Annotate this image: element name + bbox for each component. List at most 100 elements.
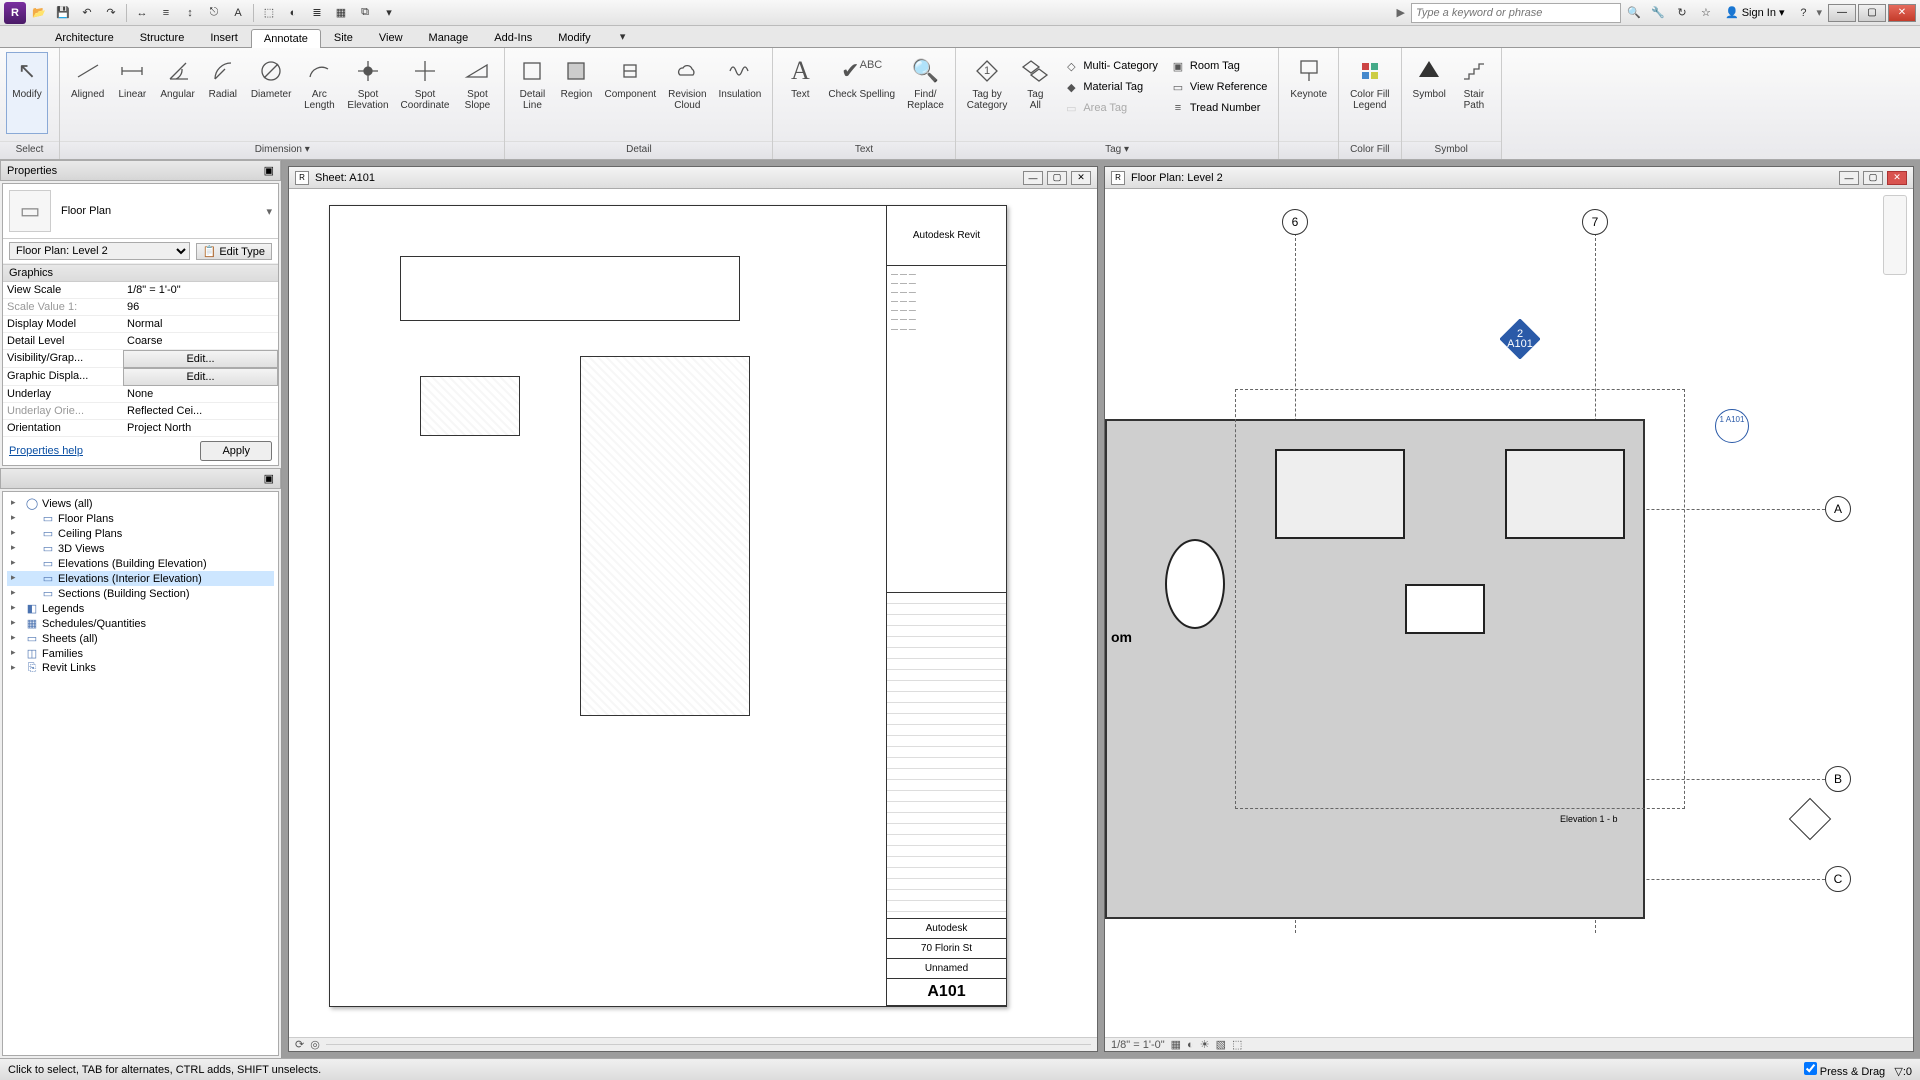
grid-bubble-c[interactable]: C [1825,866,1851,892]
detail-level-icon[interactable]: ▦ [1171,1038,1181,1051]
type-selector[interactable]: Floor Plan [61,205,111,217]
spellcheck-button[interactable]: ✔ABCCheck Spelling [823,52,900,134]
keynote-button[interactable]: Keynote [1285,52,1332,134]
close-panel-icon[interactable]: ▣ [264,472,274,485]
prop-value[interactable]: Normal [123,316,278,333]
angular-button[interactable]: Angular [155,52,199,134]
tree-item[interactable]: ▭ Elevations (Interior Elevation) [7,571,274,586]
tab-view[interactable]: View [366,28,416,47]
tree-item[interactable]: ▭ Floor Plans [7,511,274,526]
undo-icon[interactable]: ↶ [76,2,98,24]
minimize-view-button[interactable]: — [1023,171,1043,185]
shadows-icon[interactable]: ▧ [1216,1038,1226,1051]
radial-button[interactable]: Radial [202,52,244,134]
tab-insert[interactable]: Insert [197,28,251,47]
signin-button[interactable]: 👤 Sign In ▾ [1719,6,1790,19]
tree-item[interactable]: ▭ Elevations (Building Elevation) [7,556,274,571]
tab-site[interactable]: Site [321,28,366,47]
revision-cloud-button[interactable]: Revision Cloud [663,52,711,134]
spot-slope-button[interactable]: Spot Slope [456,52,498,134]
component-button[interactable]: Component [599,52,661,134]
instance-selector[interactable]: Floor Plan: Level 2 [9,242,190,260]
find-replace-button[interactable]: 🔍Find/ Replace [902,52,949,134]
switch-win-icon[interactable]: ⧉ [354,2,376,24]
maximize-button[interactable]: ▢ [1858,4,1886,22]
search-input[interactable] [1416,7,1616,19]
tree-item[interactable]: ▭ Ceiling Plans [7,526,274,541]
save-icon[interactable]: 💾 [52,2,74,24]
maximize-view-button[interactable]: ▢ [1863,171,1883,185]
sheet-canvas[interactable]: Autodesk Revit — — —— — —— — —— — —— — —… [289,189,1097,1037]
dimension-icon[interactable]: ↕ [179,2,201,24]
redo-icon[interactable]: ↷ [100,2,122,24]
grid-bubble-a[interactable]: A [1825,496,1851,522]
search-box[interactable] [1411,3,1621,23]
measure-icon[interactable]: ↔ [131,2,153,24]
close-view-button[interactable]: ✕ [1071,171,1091,185]
customize-icon[interactable]: ▾ [378,2,400,24]
star-icon[interactable]: ☆ [1695,2,1717,24]
grid-bubble-b[interactable]: B [1825,766,1851,792]
thinlines-icon[interactable]: ≣ [306,2,328,24]
zoom-icon[interactable]: ⟳ [295,1038,304,1051]
tag-icon[interactable]: ⎋ [203,2,225,24]
ribbon-expander-icon[interactable]: ▾ [612,25,634,47]
tree-item[interactable]: ▭ Sections (Building Section) [7,586,274,601]
prop-value[interactable]: Coarse [123,333,278,350]
view-control-bar[interactable]: 1/8" = 1'-0" ▦ ◐ ☀ ▧ ⬚ [1105,1037,1913,1051]
sunpath-icon[interactable]: ☀ [1200,1038,1210,1051]
visual-style-icon[interactable]: ◐ [1187,1039,1194,1051]
grid-bubble-6[interactable]: 6 [1282,209,1308,235]
properties-header[interactable]: Properties ▣ [0,160,281,181]
region-button[interactable]: Region [555,52,597,134]
insulation-button[interactable]: Insulation [714,52,767,134]
close-hidden-icon[interactable]: ▦ [330,2,352,24]
search-icon[interactable]: 🔍 [1623,2,1645,24]
tab-architecture[interactable]: Architecture [42,28,127,47]
align-icon[interactable]: ≡ [155,2,177,24]
navigation-bar[interactable] [1883,195,1907,275]
tab-annotate[interactable]: Annotate [251,29,321,48]
edit-type-button[interactable]: 📋 Edit Type [196,243,272,260]
section-callout[interactable]: 2A101 [1500,319,1530,349]
diameter-button[interactable]: Diameter [246,52,297,134]
grid-bubble-7[interactable]: 7 [1582,209,1608,235]
filter-icon[interactable]: ▽:0 [1894,1066,1912,1078]
symbol-button[interactable]: Symbol [1408,52,1451,134]
chevron-down-icon[interactable]: ▾ [266,205,272,218]
browser-header[interactable]: ▣ [0,468,281,489]
minimize-button[interactable]: — [1828,4,1856,22]
room-tag-button[interactable]: ▣Room Tag [1165,56,1272,76]
minimize-view-button[interactable]: — [1839,171,1859,185]
text-icon[interactable]: A [227,2,249,24]
chevron-down-icon[interactable]: ▾ [1816,6,1822,19]
help-icon[interactable]: ? [1792,2,1814,24]
close-button[interactable]: ✕ [1888,4,1916,22]
text-button[interactable]: AText [779,52,821,134]
section-head[interactable]: 1 A101 [1715,409,1749,443]
detail-line-button[interactable]: Detail Line [511,52,553,134]
spot-elevation-button[interactable]: Spot Elevation [342,52,393,134]
arc-length-button[interactable]: Arc Length [298,52,340,134]
prop-value[interactable]: Project North [123,420,278,437]
elevation-marker[interactable] [1789,798,1831,840]
linear-button[interactable]: Linear [111,52,153,134]
tree-item[interactable]: ◧ Legends [7,601,274,616]
infocenter-arrow-icon[interactable]: ▶ [1393,6,1409,19]
graphics-section-header[interactable]: Graphics [3,264,278,282]
prop-value[interactable]: 1/8" = 1'-0" [123,282,278,299]
tree-item[interactable]: ◫ Families [7,646,274,661]
steering-icon[interactable]: ◎ [310,1038,320,1051]
maximize-view-button[interactable]: ▢ [1047,171,1067,185]
3d-icon[interactable]: ⬚ [258,2,280,24]
panel-dimension-title[interactable]: Dimension ▾ [60,141,504,159]
press-drag-toggle[interactable]: Press & Drag [1804,1066,1885,1078]
app-logo[interactable]: R [4,2,26,24]
project-browser[interactable]: ◯ Views (all)▭ Floor Plans▭ Ceiling Plan… [2,491,279,1056]
close-view-button[interactable]: ✕ [1887,171,1907,185]
close-panel-icon[interactable]: ▣ [264,164,274,177]
stair-path-button[interactable]: Stair Path [1453,52,1495,134]
tree-item[interactable]: ▦ Schedules/Quantities [7,616,274,631]
material-tag-button[interactable]: ◆Material Tag [1058,77,1163,97]
prop-value[interactable]: Edit... [123,350,278,368]
